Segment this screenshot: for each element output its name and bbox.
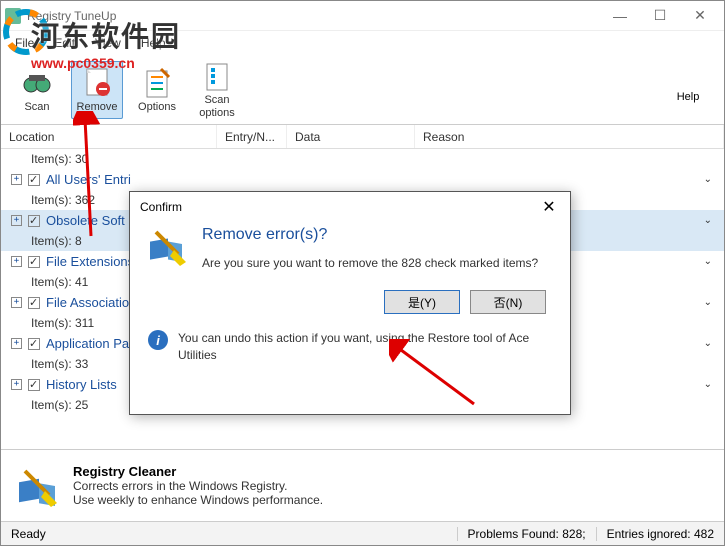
col-location[interactable]: Location xyxy=(1,125,217,148)
maximize-button[interactable]: ☐ xyxy=(640,2,680,30)
window-title: Registry TuneUp xyxy=(27,9,600,23)
status-ignored: Entries ignored: 482 xyxy=(596,527,724,541)
list-item-label: All Users' Entri xyxy=(46,172,724,187)
expand-icon[interactable]: + xyxy=(11,174,22,185)
statusbar: Ready Problems Found: 828; Entries ignor… xyxy=(1,521,724,545)
menu-view[interactable]: View xyxy=(87,34,129,52)
checkbox[interactable] xyxy=(28,379,40,391)
expand-icon[interactable]: + xyxy=(11,379,22,390)
scan-options-button[interactable]: Scan options xyxy=(191,61,243,119)
dialog-heading: Remove error(s)? xyxy=(202,226,538,244)
status-found: Problems Found: 828; xyxy=(457,527,596,541)
expand-icon[interactable]: + xyxy=(11,256,22,267)
titlebar: Registry TuneUp — ☐ ✕ xyxy=(1,1,724,31)
scan-button[interactable]: Scan xyxy=(11,61,63,119)
info-icon: i xyxy=(148,330,168,350)
column-headers: Location Entry/N... Data Reason xyxy=(1,125,724,149)
remove-label: Remove xyxy=(77,101,118,113)
close-button[interactable]: ✕ xyxy=(680,2,720,30)
expand-icon[interactable]: + xyxy=(11,297,22,308)
col-reason[interactable]: Reason xyxy=(415,125,724,148)
dialog-title: Confirm xyxy=(130,192,570,222)
info-title: Registry Cleaner xyxy=(73,464,323,479)
col-entry[interactable]: Entry/N... xyxy=(217,125,287,148)
app-icon xyxy=(5,8,21,24)
broom-cube-icon xyxy=(148,226,188,266)
chevron-down-icon[interactable]: ⌄ xyxy=(704,379,712,390)
minimize-button[interactable]: — xyxy=(600,2,640,30)
scan-label: Scan xyxy=(24,101,49,113)
scan-options-label: Scan options xyxy=(199,94,234,118)
checkbox[interactable] xyxy=(28,297,40,309)
no-button[interactable]: 否(N) xyxy=(470,290,546,314)
options-icon xyxy=(141,67,173,99)
chevron-down-icon[interactable]: ⌄ xyxy=(704,215,712,226)
expand-icon[interactable]: + xyxy=(11,338,22,349)
scan-options-icon xyxy=(201,60,233,92)
chevron-down-icon[interactable]: ⌄ xyxy=(704,256,712,267)
chevron-down-icon[interactable]: ⌄ xyxy=(704,174,712,185)
broom-cube-icon xyxy=(15,463,61,509)
chevron-down-icon[interactable]: ⌄ xyxy=(704,338,712,349)
confirm-dialog: Confirm ✕ Remove error(s)? Are you sure … xyxy=(129,191,571,415)
checkbox[interactable] xyxy=(28,338,40,350)
yes-button[interactable]: 是(Y) xyxy=(384,290,460,314)
dialog-info-text: You can undo this action if you want, us… xyxy=(178,330,552,364)
remove-button[interactable]: Remove xyxy=(71,61,123,119)
options-label: Options xyxy=(138,101,176,113)
status-left: Ready xyxy=(1,527,457,541)
menu-file[interactable]: File xyxy=(7,34,42,52)
menu-edit[interactable]: Edit xyxy=(46,34,83,52)
menubar: File Edit View Help xyxy=(1,31,724,55)
list-item[interactable]: + All Users' Entri ⌄ xyxy=(1,169,724,190)
remove-doc-icon xyxy=(81,67,113,99)
checkbox[interactable] xyxy=(28,215,40,227)
checkbox[interactable] xyxy=(28,174,40,186)
info-line2: Use weekly to enhance Windows performanc… xyxy=(73,493,323,507)
expand-icon[interactable]: + xyxy=(11,215,22,226)
checkbox[interactable] xyxy=(28,256,40,268)
info-panel: Registry Cleaner Corrects errors in the … xyxy=(1,449,724,521)
options-button[interactable]: Options xyxy=(131,61,183,119)
chevron-down-icon[interactable]: ⌄ xyxy=(704,297,712,308)
dialog-close-button[interactable]: ✕ xyxy=(534,196,564,218)
binoculars-icon xyxy=(21,67,53,99)
col-data[interactable]: Data xyxy=(287,125,415,148)
info-line1: Corrects errors in the Windows Registry. xyxy=(73,479,323,493)
list-item-count: Item(s): 30 xyxy=(1,149,724,169)
toolbar: Scan Remove Options Scan options ? Help xyxy=(1,55,724,125)
window-controls: — ☐ ✕ xyxy=(600,2,720,30)
help-label: Help xyxy=(677,91,700,103)
dialog-message: Are you sure you want to remove the 828 … xyxy=(202,254,538,272)
menu-help[interactable]: Help xyxy=(133,34,174,52)
help-button[interactable]: ? Help xyxy=(662,61,714,119)
